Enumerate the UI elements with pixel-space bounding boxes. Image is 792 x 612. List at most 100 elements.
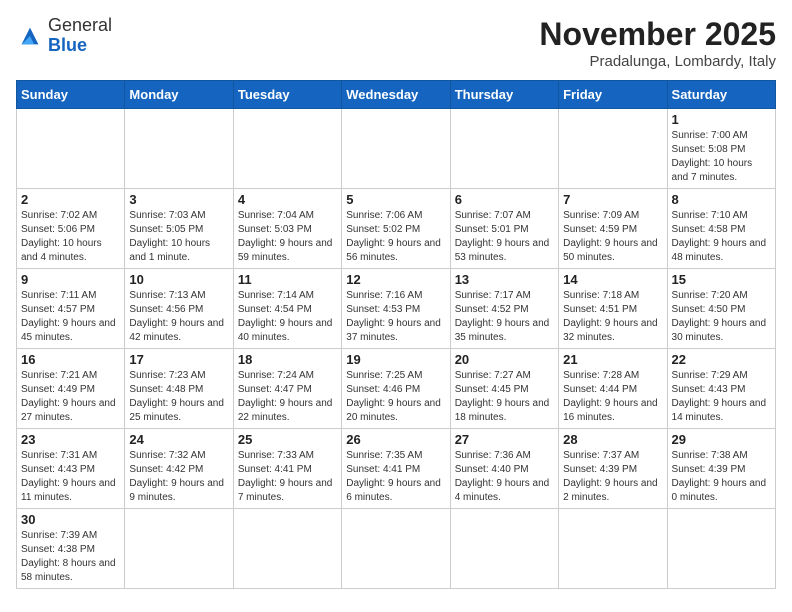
calendar-body: 1 Sunrise: 7:00 AM Sunset: 5:08 PM Daylig… bbox=[17, 109, 776, 589]
calendar-week-5: 23Sunrise: 7:31 AM Sunset: 4:43 PM Dayli… bbox=[17, 429, 776, 509]
calendar-cell bbox=[233, 509, 341, 589]
day-info: Sunrise: 7:02 AM Sunset: 5:06 PM Dayligh… bbox=[21, 209, 120, 265]
weekday-header-saturday: Saturday bbox=[667, 81, 775, 109]
day-info: Sunrise: 7:35 AM Sunset: 4:41 PM Dayligh… bbox=[346, 449, 445, 505]
day-info: Sunrise: 7:00 AM Sunset: 5:08 PM Dayligh… bbox=[672, 129, 771, 185]
day-number: 24 bbox=[129, 432, 228, 447]
title-block: November 2025 Pradalunga, Lombardy, Ital… bbox=[539, 16, 776, 70]
page-header: General Blue November 2025 Pradalunga, L… bbox=[16, 16, 776, 70]
calendar-cell: 16 Sunrise: 7:21 AM Sunset: 4:49 PM Dayli… bbox=[17, 349, 125, 429]
calendar-week-3: 9 Sunrise: 7:11 AM Sunset: 4:57 PM Daylig… bbox=[17, 269, 776, 349]
calendar-cell: 7Sunrise: 7:09 AM Sunset: 4:59 PM Daylig… bbox=[559, 189, 667, 269]
day-number: 19 bbox=[346, 352, 445, 367]
day-number: 9 bbox=[21, 272, 120, 287]
calendar-cell: 19 Sunrise: 7:25 AM Sunset: 4:46 PM Dayli… bbox=[342, 349, 450, 429]
day-info: Sunrise: 7:28 AM Sunset: 4:44 PM Dayligh… bbox=[563, 369, 662, 425]
logo-text: General Blue bbox=[48, 16, 112, 56]
calendar-cell bbox=[125, 509, 233, 589]
calendar-cell: 29 Sunrise: 7:38 AM Sunset: 4:39 PM Dayli… bbox=[667, 429, 775, 509]
day-number: 2 bbox=[21, 192, 120, 207]
day-info: Sunrise: 7:17 AM Sunset: 4:52 PM Dayligh… bbox=[455, 289, 554, 345]
calendar-cell: 25 Sunrise: 7:33 AM Sunset: 4:41 PM Dayli… bbox=[233, 429, 341, 509]
day-number: 4 bbox=[238, 192, 337, 207]
calendar-cell bbox=[667, 509, 775, 589]
day-number: 10 bbox=[129, 272, 228, 287]
calendar-cell bbox=[342, 109, 450, 189]
day-info: Sunrise: 7:21 AM Sunset: 4:49 PM Dayligh… bbox=[21, 369, 120, 425]
calendar-cell: 30Sunrise: 7:39 AM Sunset: 4:38 PM Dayli… bbox=[17, 509, 125, 589]
day-info: Sunrise: 7:14 AM Sunset: 4:54 PM Dayligh… bbox=[238, 289, 337, 345]
day-number: 21 bbox=[563, 352, 662, 367]
day-number: 29 bbox=[672, 432, 771, 447]
day-info: Sunrise: 7:03 AM Sunset: 5:05 PM Dayligh… bbox=[129, 209, 228, 265]
day-number: 11 bbox=[238, 272, 337, 287]
calendar-cell: 3Sunrise: 7:03 AM Sunset: 5:05 PM Daylig… bbox=[125, 189, 233, 269]
calendar-cell: 23Sunrise: 7:31 AM Sunset: 4:43 PM Dayli… bbox=[17, 429, 125, 509]
calendar-cell bbox=[125, 109, 233, 189]
calendar-cell bbox=[559, 509, 667, 589]
calendar-week-2: 2 Sunrise: 7:02 AM Sunset: 5:06 PM Daylig… bbox=[17, 189, 776, 269]
weekday-header-friday: Friday bbox=[559, 81, 667, 109]
day-number: 8 bbox=[672, 192, 771, 207]
logo: General Blue bbox=[16, 16, 112, 56]
day-number: 15 bbox=[672, 272, 771, 287]
day-number: 14 bbox=[563, 272, 662, 287]
day-number: 23 bbox=[21, 432, 120, 447]
calendar-week-6: 30Sunrise: 7:39 AM Sunset: 4:38 PM Dayli… bbox=[17, 509, 776, 589]
calendar-cell: 5Sunrise: 7:06 AM Sunset: 5:02 PM Daylig… bbox=[342, 189, 450, 269]
weekday-row: SundayMondayTuesdayWednesdayThursdayFrid… bbox=[17, 81, 776, 109]
day-info: Sunrise: 7:09 AM Sunset: 4:59 PM Dayligh… bbox=[563, 209, 662, 265]
logo-blue: Blue bbox=[48, 35, 87, 55]
weekday-header-tuesday: Tuesday bbox=[233, 81, 341, 109]
day-info: Sunrise: 7:39 AM Sunset: 4:38 PM Dayligh… bbox=[21, 529, 120, 585]
day-number: 26 bbox=[346, 432, 445, 447]
day-info: Sunrise: 7:38 AM Sunset: 4:39 PM Dayligh… bbox=[672, 449, 771, 505]
calendar-cell: 27Sunrise: 7:36 AM Sunset: 4:40 PM Dayli… bbox=[450, 429, 558, 509]
day-number: 27 bbox=[455, 432, 554, 447]
logo-general: General bbox=[48, 15, 112, 35]
calendar-cell bbox=[233, 109, 341, 189]
calendar-cell: 10 Sunrise: 7:13 AM Sunset: 4:56 PM Dayli… bbox=[125, 269, 233, 349]
logo-icon bbox=[16, 22, 44, 50]
day-info: Sunrise: 7:27 AM Sunset: 4:45 PM Dayligh… bbox=[455, 369, 554, 425]
day-info: Sunrise: 7:06 AM Sunset: 5:02 PM Dayligh… bbox=[346, 209, 445, 265]
day-number: 25 bbox=[238, 432, 337, 447]
calendar-cell: 24Sunrise: 7:32 AM Sunset: 4:42 PM Dayli… bbox=[125, 429, 233, 509]
day-number: 12 bbox=[346, 272, 445, 287]
weekday-header-sunday: Sunday bbox=[17, 81, 125, 109]
calendar-week-1: 1 Sunrise: 7:00 AM Sunset: 5:08 PM Daylig… bbox=[17, 109, 776, 189]
calendar-cell: 18Sunrise: 7:24 AM Sunset: 4:47 PM Dayli… bbox=[233, 349, 341, 429]
calendar-cell: 26 Sunrise: 7:35 AM Sunset: 4:41 PM Dayli… bbox=[342, 429, 450, 509]
day-info: Sunrise: 7:20 AM Sunset: 4:50 PM Dayligh… bbox=[672, 289, 771, 345]
day-info: Sunrise: 7:23 AM Sunset: 4:48 PM Dayligh… bbox=[129, 369, 228, 425]
day-info: Sunrise: 7:13 AM Sunset: 4:56 PM Dayligh… bbox=[129, 289, 228, 345]
day-number: 16 bbox=[21, 352, 120, 367]
day-number: 17 bbox=[129, 352, 228, 367]
calendar-cell: 8 Sunrise: 7:10 AM Sunset: 4:58 PM Daylig… bbox=[667, 189, 775, 269]
calendar-cell bbox=[17, 109, 125, 189]
day-number: 18 bbox=[238, 352, 337, 367]
calendar-cell: 13 Sunrise: 7:17 AM Sunset: 4:52 PM Dayli… bbox=[450, 269, 558, 349]
calendar-cell: 28Sunrise: 7:37 AM Sunset: 4:39 PM Dayli… bbox=[559, 429, 667, 509]
calendar-cell: 21 Sunrise: 7:28 AM Sunset: 4:44 PM Dayli… bbox=[559, 349, 667, 429]
calendar-week-4: 16 Sunrise: 7:21 AM Sunset: 4:49 PM Dayli… bbox=[17, 349, 776, 429]
day-info: Sunrise: 7:04 AM Sunset: 5:03 PM Dayligh… bbox=[238, 209, 337, 265]
calendar-cell: 14Sunrise: 7:18 AM Sunset: 4:51 PM Dayli… bbox=[559, 269, 667, 349]
calendar-cell: 12 Sunrise: 7:16 AM Sunset: 4:53 PM Dayli… bbox=[342, 269, 450, 349]
calendar-cell: 15 Sunrise: 7:20 AM Sunset: 4:50 PM Dayli… bbox=[667, 269, 775, 349]
calendar-header: SundayMondayTuesdayWednesdayThursdayFrid… bbox=[17, 81, 776, 109]
day-number: 20 bbox=[455, 352, 554, 367]
day-number: 22 bbox=[672, 352, 771, 367]
day-info: Sunrise: 7:10 AM Sunset: 4:58 PM Dayligh… bbox=[672, 209, 771, 265]
calendar-cell: 6Sunrise: 7:07 AM Sunset: 5:01 PM Daylig… bbox=[450, 189, 558, 269]
calendar-cell bbox=[342, 509, 450, 589]
day-number: 28 bbox=[563, 432, 662, 447]
calendar-cell: 4 Sunrise: 7:04 AM Sunset: 5:03 PM Daylig… bbox=[233, 189, 341, 269]
day-info: Sunrise: 7:11 AM Sunset: 4:57 PM Dayligh… bbox=[21, 289, 120, 345]
day-info: Sunrise: 7:25 AM Sunset: 4:46 PM Dayligh… bbox=[346, 369, 445, 425]
day-number: 1 bbox=[672, 112, 771, 127]
day-info: Sunrise: 7:16 AM Sunset: 4:53 PM Dayligh… bbox=[346, 289, 445, 345]
day-number: 13 bbox=[455, 272, 554, 287]
day-info: Sunrise: 7:33 AM Sunset: 4:41 PM Dayligh… bbox=[238, 449, 337, 505]
weekday-header-monday: Monday bbox=[125, 81, 233, 109]
